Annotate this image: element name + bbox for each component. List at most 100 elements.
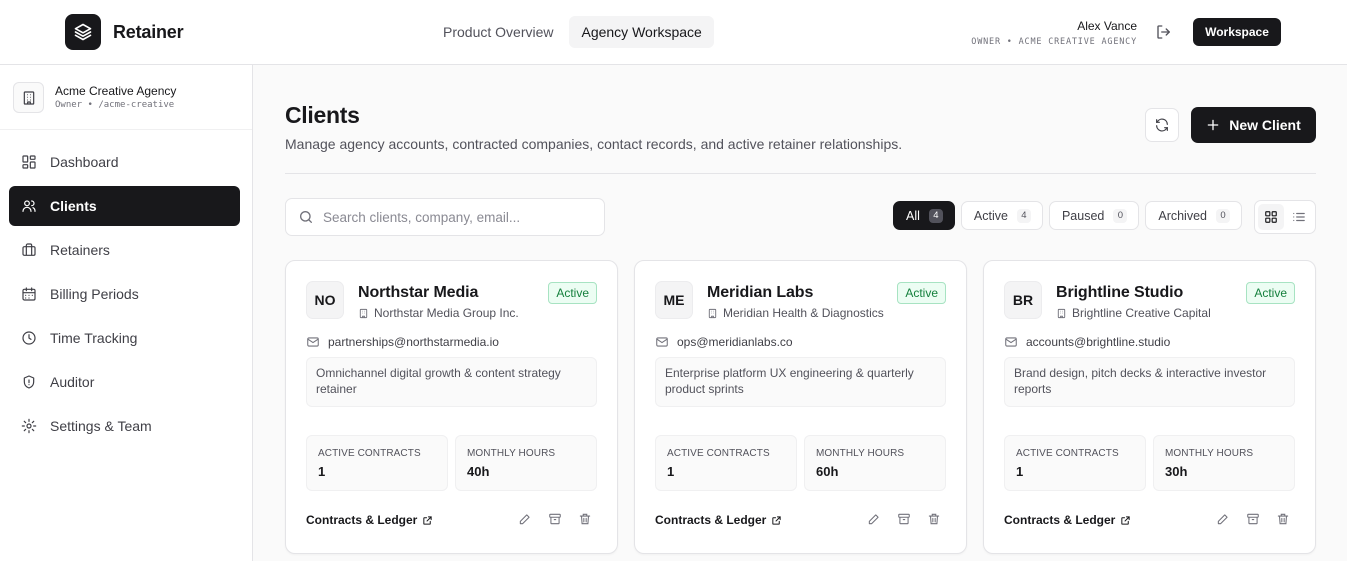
status-badge: Active: [1246, 282, 1295, 304]
gear-icon: [21, 418, 37, 434]
page-title: Clients: [285, 102, 360, 128]
client-description: Enterprise platform UX engineering & qua…: [655, 357, 946, 407]
sidebar-item-retainers[interactable]: Retainers: [9, 230, 240, 270]
new-client-button[interactable]: New Client: [1191, 107, 1316, 143]
client-name: Meridian Labs: [707, 284, 814, 301]
client-company-name: Brightline Creative Capital: [1072, 306, 1211, 320]
contracts-ledger-link[interactable]: Contracts & Ledger: [306, 513, 433, 527]
card-actions: [517, 511, 593, 527]
stat-label: ACTIVE CONTRACTS: [667, 448, 770, 459]
layers-icon: [74, 23, 92, 41]
stat-value: 1: [318, 464, 326, 479]
tab-product-overview[interactable]: Product Overview: [431, 16, 565, 48]
grid-view-button[interactable]: [1258, 204, 1284, 230]
archive-icon[interactable]: [1245, 511, 1261, 527]
workspace-button[interactable]: Workspace: [1193, 18, 1281, 46]
list-view-button[interactable]: [1286, 204, 1312, 230]
filter-paused[interactable]: Paused 0: [1048, 201, 1140, 230]
client-company: Meridian Health & Diagnostics: [707, 306, 897, 320]
sidebar-item-label: Settings & Team: [50, 418, 152, 434]
filter-count: 4: [928, 208, 943, 223]
filter-active[interactable]: Active 4: [960, 201, 1043, 230]
filter-count: 0: [1216, 208, 1230, 223]
header-divider: [285, 173, 1316, 174]
stat-value: 30h: [1165, 464, 1188, 479]
client-company: Brightline Creative Capital: [1056, 306, 1246, 320]
card-actions: [866, 511, 942, 527]
client-email-text: accounts@brightline.studio: [1026, 335, 1171, 349]
status-badge: Active: [897, 282, 946, 304]
new-client-label: New Client: [1229, 117, 1301, 133]
stat-monthly-hours: MONTHLY HOURS 60h: [804, 435, 946, 491]
client-company-name: Northstar Media Group Inc.: [374, 306, 519, 320]
grid-icon: [1265, 211, 1277, 223]
client-avatar: NO: [306, 281, 344, 319]
stat-value: 1: [667, 464, 675, 479]
client-card[interactable]: BR Brightline Studio Brightline Creative…: [983, 260, 1316, 554]
filter-label: All: [906, 208, 920, 223]
stat-label: ACTIVE CONTRACTS: [1016, 448, 1119, 459]
sidebar-item-auditor[interactable]: Auditor: [9, 362, 240, 402]
sidebar-item-billing-periods[interactable]: Billing Periods: [9, 274, 240, 314]
page-subtitle: Manage agency accounts, contracted compa…: [285, 136, 903, 152]
archive-icon[interactable]: [547, 511, 563, 527]
dashboard-icon: [22, 155, 36, 169]
contracts-ledger-link[interactable]: Contracts & Ledger: [655, 513, 782, 527]
trash-icon[interactable]: [1275, 511, 1291, 527]
user-info: Alex Vance OWNER • ACME CREATIVE AGENCY: [971, 19, 1137, 47]
contracts-ledger-link[interactable]: Contracts & Ledger: [1004, 513, 1131, 527]
status-badge: Active: [548, 282, 597, 304]
calendar-icon: [22, 287, 36, 301]
filter-label: Active: [973, 208, 1008, 223]
tab-agency-workspace[interactable]: Agency Workspace: [569, 16, 714, 48]
link-label: Contracts & Ledger: [655, 513, 767, 527]
trash-icon[interactable]: [577, 511, 593, 527]
search-box: [285, 198, 605, 236]
filter-label: Paused: [1061, 208, 1105, 223]
archive-icon[interactable]: [896, 511, 912, 527]
client-email: ops@meridianlabs.co: [655, 335, 793, 349]
stat-value: 40h: [467, 464, 490, 479]
filter-count: 0: [1113, 208, 1128, 223]
users-icon: [22, 200, 36, 212]
edit-icon[interactable]: [517, 511, 533, 527]
logo[interactable]: [65, 14, 101, 50]
sidebar-item-dashboard[interactable]: Dashboard: [9, 142, 240, 182]
brand-name: Retainer: [113, 22, 184, 42]
building-icon: [13, 82, 44, 113]
stat-monthly-hours: MONTHLY HOURS 40h: [455, 435, 597, 491]
top-nav: Product Overview Agency Workspace: [431, 16, 714, 48]
plus-icon: [1207, 119, 1219, 131]
client-avatar: ME: [655, 281, 693, 319]
trash-icon[interactable]: [926, 511, 942, 527]
client-avatar: BR: [1004, 281, 1042, 319]
link-label: Contracts & Ledger: [306, 513, 418, 527]
edit-icon[interactable]: [866, 511, 882, 527]
sidebar-item-clients[interactable]: Clients: [9, 186, 240, 226]
user-name: Alex Vance: [1077, 19, 1137, 33]
client-name: Brightline Studio: [1056, 284, 1184, 301]
search-input[interactable]: [323, 209, 593, 225]
client-card[interactable]: NO Northstar Media Northstar Media Group…: [285, 260, 618, 554]
client-card[interactable]: ME Meridian Labs Meridian Health & Diagn…: [634, 260, 967, 554]
client-email: partnerships@northstarmedia.io: [306, 335, 499, 349]
logout-icon[interactable]: [1155, 23, 1173, 41]
status-filters: All 4 Active 4 Paused 0 Archived 0: [893, 201, 1242, 230]
mail-icon: [656, 337, 668, 347]
stat-label: ACTIVE CONTRACTS: [318, 448, 421, 459]
refresh-button[interactable]: [1145, 108, 1179, 142]
edit-icon[interactable]: [1215, 511, 1231, 527]
sidebar-item-settings-team[interactable]: Settings & Team: [9, 406, 240, 446]
building-icon: [1057, 308, 1066, 318]
stat-label: MONTHLY HOURS: [816, 448, 905, 459]
filter-archived[interactable]: Archived 0: [1145, 201, 1242, 230]
card-actions: [1215, 511, 1291, 527]
filter-all[interactable]: All 4: [893, 201, 955, 230]
sidebar-item-label: Auditor: [50, 374, 95, 390]
sidebar-item-time-tracking[interactable]: Time Tracking: [9, 318, 240, 358]
org-switcher[interactable]: Acme Creative Agency Owner • /acme-creat…: [0, 65, 252, 130]
client-description: Brand design, pitch decks & interactive …: [1004, 357, 1295, 407]
building-icon: [708, 308, 717, 318]
org-name: Acme Creative Agency: [55, 84, 177, 98]
stat-value: 1: [1016, 464, 1024, 479]
